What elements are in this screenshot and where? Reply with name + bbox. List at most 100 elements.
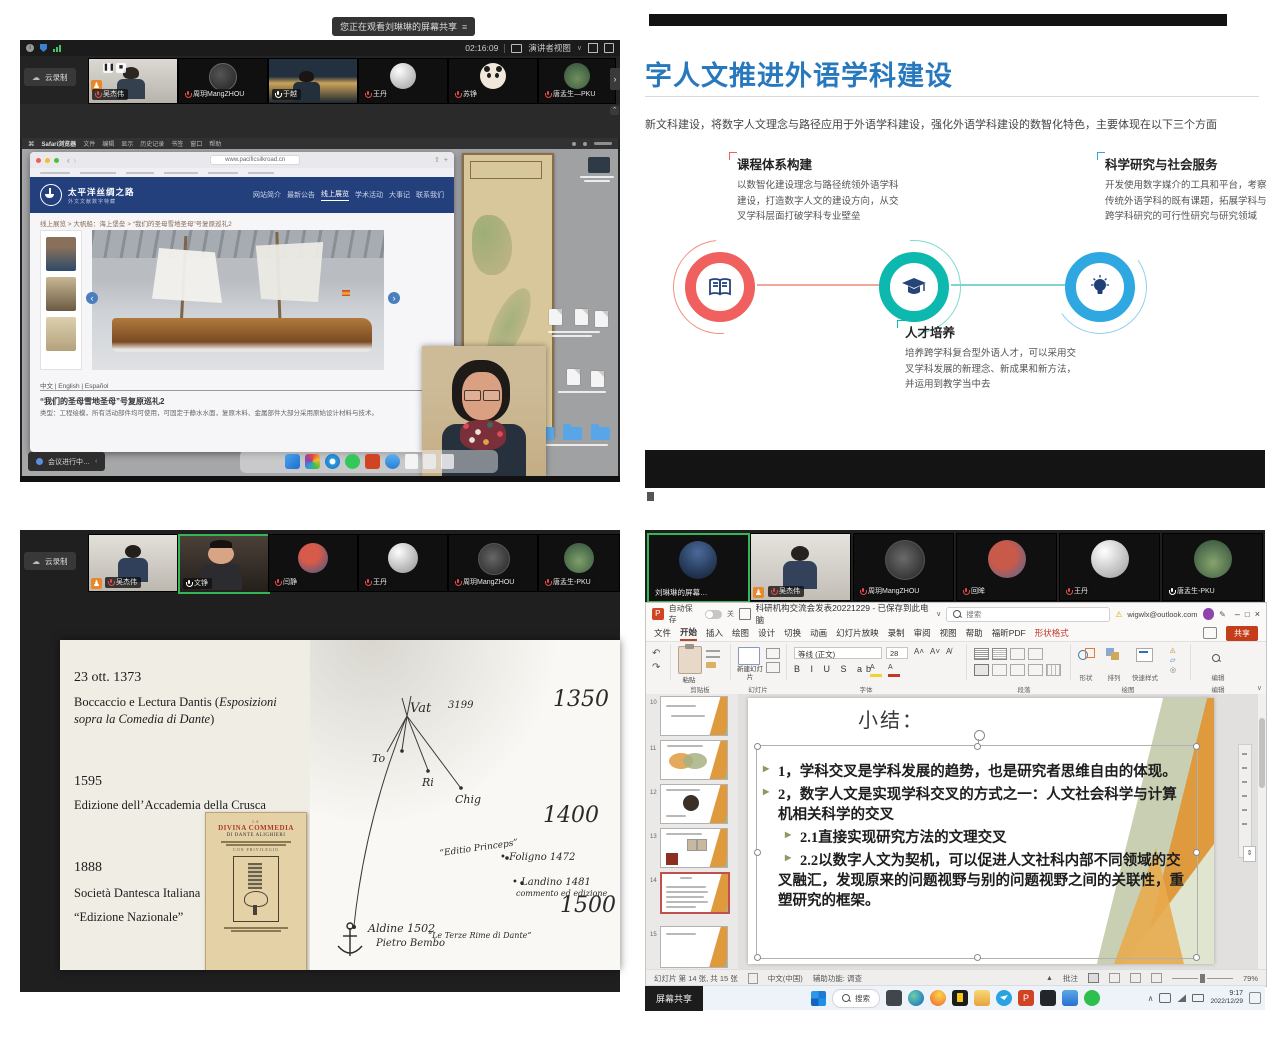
highlight-color-icon[interactable]: A <box>870 664 882 677</box>
desktop-doc-icon[interactable] <box>595 311 608 327</box>
nav-item[interactable]: 网站简介 <box>253 190 281 200</box>
resize-handle[interactable] <box>754 954 761 961</box>
fullscreen-icon[interactable] <box>588 43 598 53</box>
redo-icon[interactable]: ↷ <box>652 662 660 673</box>
tab-draw[interactable]: 绘图 <box>732 627 749 639</box>
selected-textbox[interactable]: 1，学科交叉是学科发展的趋势，也是研究者思维自由的体现。 2，数字人文是实现学科… <box>756 745 1198 959</box>
menu-window[interactable]: 窗口 <box>190 139 202 148</box>
scrollbar[interactable] <box>1258 694 1266 969</box>
tab-view[interactable]: 视图 <box>940 627 957 639</box>
cloud-record-pill[interactable]: ☁ 云录制 <box>24 552 76 570</box>
resize-handle[interactable] <box>754 743 761 750</box>
powerpoint-taskbar-icon[interactable]: P <box>1018 990 1034 1006</box>
shrink-font-icon[interactable]: A˅ <box>930 647 940 656</box>
tab-animations[interactable]: 动画 <box>810 627 827 639</box>
participant-tile[interactable]: 唐孟生—PKU <box>538 58 616 104</box>
paste-label[interactable]: 粘贴 <box>678 674 700 684</box>
participant-tile[interactable]: 王丹 <box>358 534 448 592</box>
resize-handle[interactable] <box>1193 954 1200 961</box>
participant-tile[interactable]: 闫静 <box>268 534 358 592</box>
find-icon[interactable] <box>1212 650 1221 668</box>
participant-tile[interactable]: 苏铮 <box>448 58 538 104</box>
new-slide-label[interactable]: 新建幻灯片 <box>736 666 764 683</box>
headset-icon[interactable] <box>1159 993 1171 1003</box>
desktop-folder-icon[interactable] <box>563 427 582 440</box>
paste-icon[interactable] <box>678 646 702 674</box>
document-title[interactable]: 科研机构交流会发表20221229 - 已保存到此电脑 <box>756 602 931 626</box>
windows-start-icon[interactable] <box>811 991 826 1006</box>
undo-icon[interactable]: ↶ <box>652 648 660 659</box>
quick-styles-icon[interactable] <box>1136 648 1153 662</box>
close-window-icon[interactable] <box>36 158 41 163</box>
account-avatar[interactable] <box>1203 608 1215 620</box>
carousel-next-icon[interactable]: › <box>388 292 400 304</box>
tab-record[interactable]: 录制 <box>888 627 905 639</box>
participant-tile-screenshare[interactable]: 刘琳琳的屏幕… <box>647 533 750 603</box>
layout-icon[interactable] <box>511 44 522 53</box>
language-status[interactable]: 中文(中国) <box>768 973 803 984</box>
dock-finder-icon[interactable] <box>285 454 300 469</box>
menu-bookmarks[interactable]: 书签 <box>171 139 183 148</box>
zoom-level[interactable]: 79% <box>1243 974 1258 983</box>
edge-icon[interactable] <box>908 990 924 1006</box>
comments-icon[interactable] <box>1203 627 1217 639</box>
align-right-icon[interactable] <box>1010 664 1025 676</box>
dock-safari-icon[interactable] <box>325 454 340 469</box>
new-tab-icon[interactable]: + <box>444 157 448 164</box>
resize-handle[interactable] <box>974 743 981 750</box>
slide-sorter-icon[interactable] <box>1109 973 1120 983</box>
section-icon[interactable] <box>766 662 780 673</box>
slide-thumb[interactable] <box>660 784 728 824</box>
notifications-icon[interactable] <box>1249 992 1261 1004</box>
resize-handle[interactable] <box>974 954 981 961</box>
telegram-icon[interactable] <box>996 990 1012 1006</box>
view-mode-selector[interactable]: 演讲者视图 <box>528 42 571 54</box>
shape-outline-icon[interactable]: ▱ <box>1170 656 1175 664</box>
dock-notes-icon[interactable] <box>405 454 418 469</box>
apple-menu[interactable]: ⌘ <box>28 140 35 148</box>
resize-handle[interactable] <box>754 849 761 856</box>
slide-thumb[interactable] <box>660 696 728 736</box>
language-switcher[interactable]: 中文 | English | Español <box>40 380 108 390</box>
new-slide-icon[interactable] <box>738 647 760 665</box>
nav-item-active[interactable]: 线上展览 <box>321 189 349 201</box>
dock-powerpoint-icon[interactable] <box>365 454 380 469</box>
app-icon-dark[interactable] <box>1040 990 1056 1006</box>
bullets-icon[interactable] <box>974 648 989 660</box>
desktop-folder-icon[interactable] <box>591 427 610 440</box>
desktop-doc-icon[interactable] <box>567 369 580 385</box>
minimize-icon[interactable]: – <box>1235 609 1240 619</box>
tab-insert[interactable]: 插入 <box>706 627 723 639</box>
ppt-search-box[interactable]: 搜索 <box>946 607 1110 622</box>
taskbar-search[interactable]: 搜索 <box>832 989 880 1008</box>
shapes-icon[interactable] <box>1078 648 1093 660</box>
participant-tile[interactable]: ♟ 吴杰伟 <box>88 534 178 592</box>
participant-tile[interactable]: ♟ 吴杰伟 <box>750 533 851 601</box>
warning-icon[interactable]: ⚠ <box>1115 610 1122 619</box>
forward-icon[interactable]: › <box>74 156 77 165</box>
ribbon-collapse-icon[interactable]: ∨ <box>1257 684 1262 692</box>
thumb-ship-1[interactable] <box>46 237 76 271</box>
zoom-window-icon[interactable] <box>54 158 59 163</box>
slide-thumb-current[interactable] <box>660 872 730 914</box>
resize-handle[interactable] <box>1193 849 1200 856</box>
ship-photo[interactable] <box>92 230 384 370</box>
desktop-doc-icon[interactable] <box>575 309 588 325</box>
participant-tile[interactable]: 回眸 <box>956 533 1057 601</box>
quick-styles-label[interactable]: 快速样式 <box>1124 672 1166 682</box>
menu-app[interactable]: Safari浏览器 <box>42 139 77 148</box>
taskbar-app-icon[interactable] <box>886 990 902 1006</box>
account-email[interactable]: wigwlx@outlook.com <box>1127 610 1197 619</box>
cloud-app-icon[interactable] <box>1062 990 1078 1006</box>
participant-tile[interactable]: 王丹 <box>1059 533 1160 601</box>
numbering-icon[interactable] <box>992 648 1007 660</box>
spellcheck-icon[interactable] <box>748 973 758 984</box>
strip-expand-arrow[interactable]: › <box>610 68 620 90</box>
menu-edit[interactable]: 编辑 <box>102 139 114 148</box>
pen-icon[interactable]: ✎ <box>1219 610 1226 619</box>
text-direction-icon[interactable] <box>1046 664 1061 676</box>
shield-icon[interactable] <box>40 44 47 52</box>
slide-thumb[interactable] <box>660 926 728 968</box>
tab-foxit-pdf[interactable]: 福昕PDF <box>992 627 1026 639</box>
thumb-ship-2[interactable] <box>46 277 76 311</box>
